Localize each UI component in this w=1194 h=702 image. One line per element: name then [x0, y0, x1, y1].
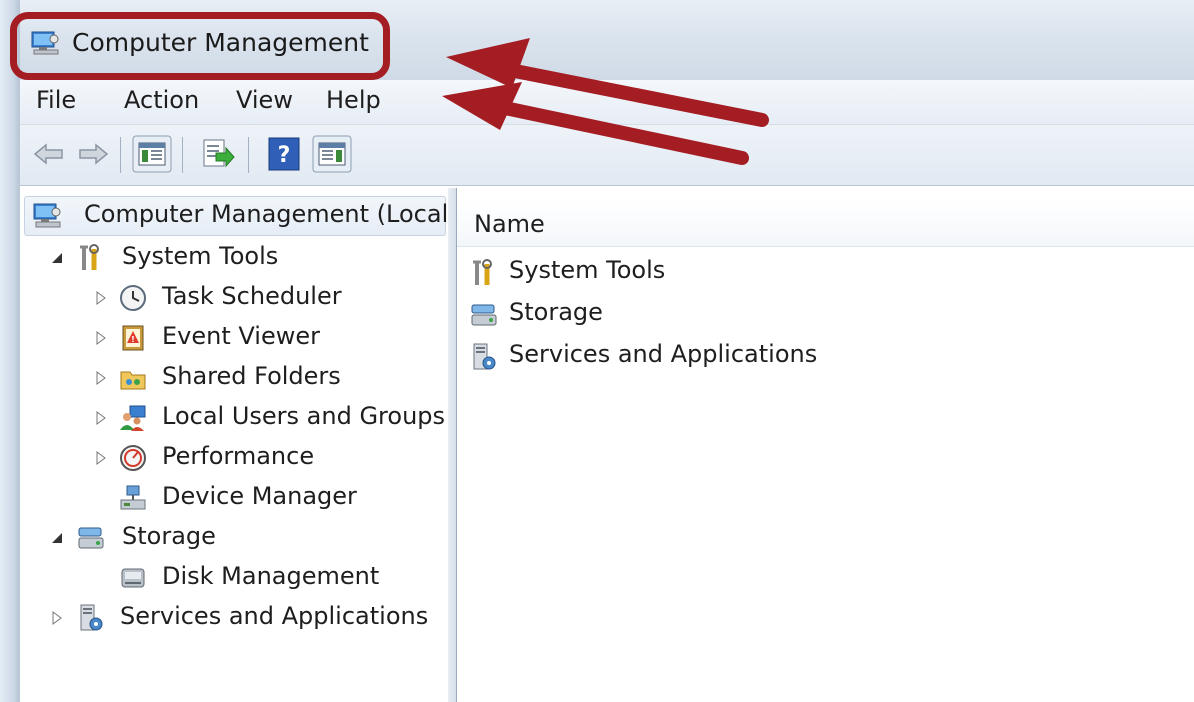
tree-item-label: Local Users and Groups: [162, 402, 446, 430]
show-hide-action-pane-icon[interactable]: [312, 135, 352, 173]
pane-splitter[interactable]: [448, 188, 457, 702]
collapsed-triangle-icon[interactable]: [94, 451, 108, 465]
shared-folder-icon: [120, 371, 146, 390]
tree-item-label: Services and Applications: [120, 602, 429, 630]
toolbar: ?: [20, 125, 1194, 186]
collapsed-triangle-icon[interactable]: [50, 611, 64, 625]
column-header-name[interactable]: Name: [457, 200, 1194, 247]
storage-icon: [78, 527, 104, 549]
collapsed-triangle-icon[interactable]: [94, 331, 108, 345]
expanded-triangle-icon[interactable]: [50, 251, 64, 265]
tree-item-label: Disk Management: [162, 562, 380, 590]
clock-icon: [120, 285, 146, 311]
services-icon: [80, 604, 103, 631]
menu-view[interactable]: View: [236, 86, 293, 114]
show-hide-console-tree-icon[interactable]: [132, 135, 172, 173]
collapsed-triangle-icon[interactable]: [94, 371, 108, 385]
collapsed-triangle-icon[interactable]: [94, 411, 108, 425]
list-item-label: Services and Applications: [509, 340, 818, 368]
column-header-label: Name: [474, 210, 545, 238]
tree-item-label: System Tools: [122, 242, 279, 270]
expanded-triangle-icon[interactable]: [50, 531, 64, 545]
results-pane: Name System Tools Storage Services and A…: [457, 188, 1194, 702]
list-item-label: System Tools: [509, 256, 666, 284]
performance-icon: [120, 445, 146, 471]
menu-file[interactable]: File: [36, 86, 76, 114]
list-item-label: Storage: [509, 298, 603, 326]
menu-bar: File Action View Help: [20, 80, 1194, 125]
storage-icon: [471, 304, 497, 326]
tree-item-label: Event Viewer: [162, 322, 320, 350]
tree-item-label: Device Manager: [162, 482, 357, 510]
menu-help[interactable]: Help: [326, 86, 381, 114]
console-tree: Computer Management (Local System Tools …: [20, 188, 449, 702]
users-icon: [120, 405, 146, 431]
tree-item-label: Storage: [122, 522, 216, 550]
disk-icon: [121, 568, 145, 588]
computer-management-icon: [33, 203, 61, 228]
menu-action[interactable]: Action: [124, 86, 199, 114]
tree-item-label: Performance: [162, 442, 315, 470]
device-manager-icon: [120, 485, 146, 510]
services-icon: [473, 343, 496, 370]
forward-arrow-icon[interactable]: [76, 137, 110, 171]
svg-text:!: !: [131, 335, 135, 344]
export-list-icon[interactable]: [196, 135, 236, 173]
collapsed-triangle-icon[interactable]: [94, 291, 108, 305]
tree-item-label: Task Scheduler: [162, 282, 342, 310]
window-frame-left: [0, 0, 20, 702]
tools-icon: [80, 244, 99, 270]
annotation-highlight-box: [10, 12, 390, 80]
event-viewer-icon: !: [122, 325, 144, 351]
tree-item-label: Shared Folders: [162, 362, 341, 390]
tools-icon: [473, 259, 492, 285]
help-icon[interactable]: ?: [266, 135, 302, 173]
svg-text:?: ?: [278, 143, 291, 168]
tree-root-label: Computer Management (Local: [84, 200, 449, 228]
back-arrow-icon[interactable]: [32, 137, 66, 171]
